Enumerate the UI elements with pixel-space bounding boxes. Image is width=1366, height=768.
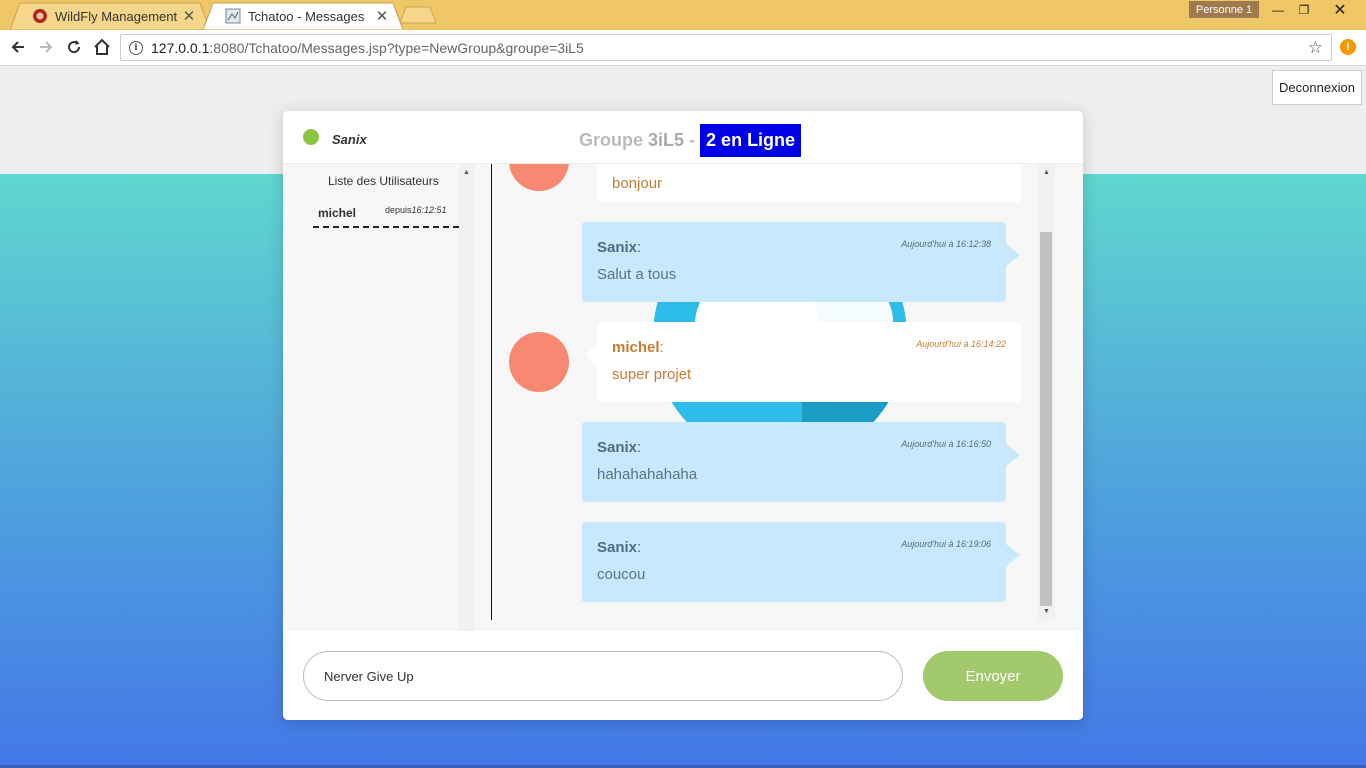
users-sidebar: Liste des Utilisateurs michel depuis16:1… xyxy=(283,164,475,631)
scroll-up-arrow-icon[interactable]: ▲ xyxy=(463,169,470,176)
user-name: michel xyxy=(318,206,357,220)
close-tab-icon[interactable]: ✕ xyxy=(182,7,196,25)
user-list-item[interactable]: michel depuis16:12:51 xyxy=(313,196,459,228)
scrollbar-thumb[interactable] xyxy=(1040,232,1052,606)
forward-icon[interactable] xyxy=(34,35,58,59)
scroll-down-arrow-icon[interactable]: ▼ xyxy=(1043,608,1050,615)
chat-header: Sanix Groupe 3iL5 - 2 en Ligne xyxy=(283,111,1083,164)
message-author: Sanix: xyxy=(597,239,642,256)
restore-icon[interactable]: ❐ xyxy=(1291,0,1317,20)
scroll-up-arrow-icon[interactable]: ▲ xyxy=(1043,169,1050,176)
avatar xyxy=(509,332,569,392)
online-count-badge: 2 en Ligne xyxy=(700,124,802,157)
chat-window: Sanix Groupe 3iL5 - 2 en Ligne Liste des… xyxy=(283,111,1083,720)
message-time: Aujourd'hui à 16:12:38 xyxy=(901,239,991,249)
messages-panel: bonjour Sanix: Aujourd'hui à 16:12:38 Sa… xyxy=(492,164,1038,631)
messages-scrollbar[interactable]: ▲ ▼ xyxy=(1038,164,1055,620)
message-author: Sanix: xyxy=(597,539,642,556)
message-time: Aujourd'hui à 16:14:22 xyxy=(916,339,1006,349)
group-prefix: Groupe xyxy=(579,130,644,150)
message-bubble: Sanix: Aujourd'hui à 16:19:06 coucou xyxy=(582,522,1020,602)
message-text: super projet xyxy=(612,366,692,383)
wildfly-icon xyxy=(32,8,48,24)
tab-label: WildFly Management xyxy=(55,8,178,24)
message-bubble: bonjour xyxy=(585,164,1021,202)
tab-tchatoo[interactable]: Tchatoo - Messages ✕ xyxy=(203,2,403,30)
logout-button[interactable]: Deconnexion xyxy=(1272,70,1362,105)
back-icon[interactable] xyxy=(6,35,30,59)
message-time: Aujourd'hui à 16:16:50 xyxy=(901,439,991,449)
message-bubble: Sanix: Aujourd'hui à 16:16:50 hahahahaha… xyxy=(582,422,1020,502)
message-bubble: michel: Aujourd'hui à 16:14:22 super pro… xyxy=(585,322,1021,402)
tab-label: Tchatoo - Messages xyxy=(248,8,365,24)
message-author: michel: xyxy=(612,339,664,356)
message-bubble: Sanix: Aujourd'hui à 16:12:38 Salut a to… xyxy=(582,222,1020,302)
send-button[interactable]: Envoyer xyxy=(923,651,1063,701)
page-body: Deconnexion Sanix Groupe 3iL5 - 2 en Lig… xyxy=(0,66,1366,768)
reload-icon[interactable] xyxy=(62,35,86,59)
message-text: hahahahahaha xyxy=(597,466,698,483)
message-text: bonjour xyxy=(612,175,663,192)
message-input[interactable] xyxy=(303,651,903,701)
minimize-icon[interactable]: — xyxy=(1265,0,1291,20)
group-name: 3iL5 xyxy=(648,130,685,150)
browser-toolbar: i 127.0.0.1:8080/Tchatoo/Messages.jsp?ty… xyxy=(0,30,1366,66)
tab-wildfly[interactable]: WildFly Management ✕ xyxy=(10,2,210,30)
address-bar[interactable]: i 127.0.0.1:8080/Tchatoo/Messages.jsp?ty… xyxy=(120,34,1332,61)
user-since: depuis16:12:51 xyxy=(385,205,447,215)
close-window-icon[interactable]: ✕ xyxy=(1327,0,1353,20)
warning-icon[interactable]: ! xyxy=(1340,39,1356,55)
group-title: Groupe 3iL5 - 2 en Ligne xyxy=(579,124,802,157)
users-list-title: Liste des Utilisateurs xyxy=(328,174,439,188)
close-tab-icon[interactable]: ✕ xyxy=(375,7,389,25)
message-author: Sanix: xyxy=(597,439,642,456)
message-text: coucou xyxy=(597,566,646,583)
avatar xyxy=(509,164,569,191)
browser-titlebar: WildFly Management ✕ Tchatoo - Messages … xyxy=(0,0,1366,30)
site-info-icon[interactable]: i xyxy=(129,40,143,55)
online-status-dot xyxy=(303,129,319,145)
url-text: 127.0.0.1:8080/Tchatoo/Messages.jsp?type… xyxy=(151,39,584,56)
message-time: Aujourd'hui à 16:19:06 xyxy=(901,539,991,549)
bookmark-star-icon[interactable]: ☆ xyxy=(1308,39,1323,56)
message-text: Salut a tous xyxy=(597,266,677,283)
sidebar-scrollbar[interactable]: ▲ xyxy=(459,164,475,631)
group-separator: - xyxy=(689,130,696,150)
new-tab-button[interactable] xyxy=(400,6,436,24)
message-composer: Envoyer xyxy=(283,631,1083,720)
current-username: Sanix xyxy=(332,132,367,147)
page-icon xyxy=(225,8,241,24)
profile-button[interactable]: Personne 1 xyxy=(1189,1,1259,18)
home-icon[interactable] xyxy=(90,35,114,59)
